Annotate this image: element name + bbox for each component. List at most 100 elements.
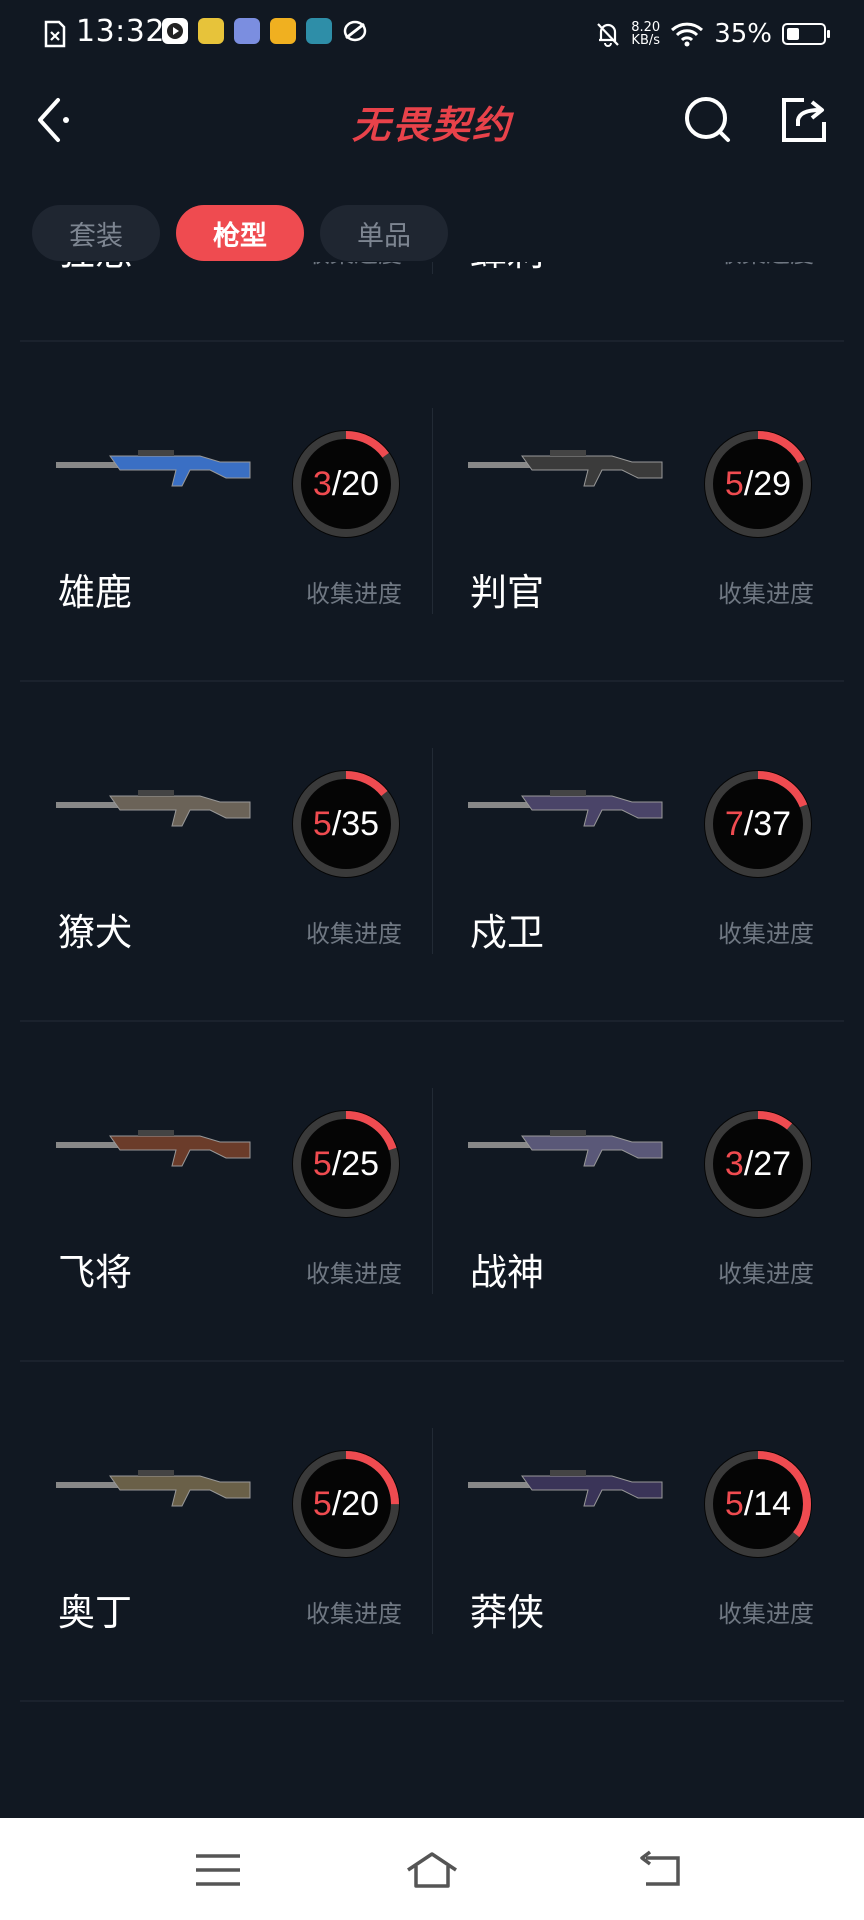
app-header: 无畏契约 (0, 68, 864, 168)
clock: 13:32 (76, 14, 165, 49)
status-bar: 13:32 8.20 KB/s 35% (0, 0, 864, 68)
collected-count: 5 (312, 1484, 332, 1523)
collected-count: 3 (312, 464, 332, 503)
weapon-card[interactable]: 5/25 飞将 收集进度 (20, 1020, 432, 1360)
weapon-name: 战神 (470, 1251, 544, 1294)
weapon-name: 判官 (470, 571, 544, 614)
collected-count: 5 (312, 804, 332, 843)
progress-label: 收集进度 (718, 262, 814, 269)
weapon-name: 狂怒 (58, 262, 132, 276)
count-separator: / (743, 1144, 754, 1183)
collected-count: 3 (724, 1144, 744, 1183)
weapon-skin-image (56, 450, 251, 487)
weapon-card[interactable]: 狂怒 收集进度 (20, 262, 432, 340)
weapon-row: 5/25 飞将 收集进度 3/27 战神 收集进度 (20, 1020, 844, 1362)
search-icon[interactable] (680, 92, 736, 148)
total-count: 27 (753, 1144, 792, 1183)
progress-label: 收集进度 (718, 1260, 814, 1288)
weapon-name: 奥丁 (58, 1591, 132, 1634)
browser-app-icon (343, 20, 367, 42)
total-count: 37 (753, 804, 792, 843)
weapon-row: 5/35 獠犬 收集进度 7/37 戍卫 收集进度 (20, 680, 844, 1022)
weapon-skin-image (56, 790, 251, 827)
weapon-card[interactable]: 5/20 奥丁 收集进度 (20, 1360, 432, 1700)
count-separator: / (743, 804, 754, 843)
collection-count: 5/20 (290, 1448, 402, 1560)
total-count: 35 (341, 804, 380, 843)
collection-count: 5/29 (702, 428, 814, 540)
menu-icon[interactable] (190, 1848, 246, 1892)
collection-count: 3/20 (290, 428, 402, 540)
collected-count: 7 (724, 804, 744, 843)
net-speed: 8.20 KB/s (631, 21, 660, 47)
weapon-card[interactable]: 7/37 戍卫 收集进度 (432, 680, 844, 1020)
weapon-row-partial: 狂怒 收集进度 蜂刺 收集进度 (20, 262, 844, 342)
progress-label: 收集进度 (306, 1260, 402, 1288)
weapon-skin-image (468, 1130, 663, 1167)
tab-suits[interactable]: 套装 (32, 205, 160, 261)
count-separator: / (331, 804, 342, 843)
weapon-name: 飞将 (58, 1251, 132, 1294)
video-app-icon (162, 18, 188, 44)
collection-count: 5/25 (290, 1108, 402, 1220)
game-app-icon-2 (234, 18, 260, 44)
system-nav-bar (0, 1818, 864, 1920)
total-count: 20 (341, 1484, 380, 1523)
category-tabs: 套装 枪型 单品 (32, 205, 448, 261)
collected-count: 5 (312, 1144, 332, 1183)
weapon-card[interactable]: 5/35 獠犬 收集进度 (20, 680, 432, 1020)
battery-fill (787, 28, 799, 40)
progress-label: 收集进度 (718, 920, 814, 948)
weapon-skin-image (468, 790, 663, 827)
weapon-grid: 狂怒 收集进度 蜂刺 收集进度 3/20雄鹿收集进度5/29判官收集进度5/35… (20, 262, 844, 1812)
battery-icon (782, 23, 830, 45)
total-count: 25 (341, 1144, 380, 1183)
weapon-skin-image (468, 1470, 663, 1507)
count-separator: / (331, 464, 342, 503)
status-right: 8.20 KB/s 35% (595, 16, 830, 52)
share-icon[interactable] (776, 92, 832, 148)
weapon-name: 蜂刺 (470, 262, 544, 276)
weapon-row: 5/20 奥丁 收集进度 5/14 莽侠 收集进度 (20, 1360, 844, 1702)
collected-count: 5 (724, 464, 744, 503)
progress-label: 收集进度 (306, 580, 402, 608)
weapon-name: 獠犬 (58, 911, 132, 954)
home-icon[interactable] (404, 1848, 460, 1892)
weapon-card[interactable]: 3/27 战神 收集进度 (432, 1020, 844, 1360)
progress-label: 收集进度 (306, 262, 402, 269)
count-separator: / (331, 1144, 342, 1183)
back-nav-icon[interactable] (632, 1848, 688, 1892)
battery-percent: 35% (714, 19, 772, 49)
net-speed-unit: KB/s (631, 33, 661, 48)
count-separator: / (743, 1484, 754, 1523)
weapon-card[interactable]: 3/20 雄鹿 收集进度 (20, 340, 432, 680)
total-count: 20 (341, 464, 380, 503)
tab-single-items[interactable]: 单品 (320, 205, 448, 261)
collection-count: 3/27 (702, 1108, 814, 1220)
total-count: 14 (753, 1484, 792, 1523)
weapon-card[interactable]: 5/14 莽侠 收集进度 (432, 1360, 844, 1700)
weapon-name: 戍卫 (470, 911, 544, 954)
game-app-icon-1 (198, 18, 224, 44)
tab-weapon-type[interactable]: 枪型 (176, 205, 304, 261)
progress-label: 收集进度 (306, 920, 402, 948)
total-count: 29 (753, 464, 792, 503)
sim-card-icon (44, 20, 66, 48)
collection-count: 5/14 (702, 1448, 814, 1560)
count-separator: / (743, 464, 754, 503)
weapon-name: 莽侠 (470, 1591, 544, 1634)
weapon-skin-image (56, 1130, 251, 1167)
weapon-row: 3/20 雄鹿 收集进度 5/29 判官 收集进度 (20, 340, 844, 682)
game-app-icon-3 (270, 18, 296, 44)
progress-label: 收集进度 (718, 580, 814, 608)
weapon-card[interactable]: 蜂刺 收集进度 (432, 262, 844, 340)
count-separator: / (331, 1484, 342, 1523)
game-app-icon-4 (306, 18, 332, 44)
weapon-skin-image (56, 1470, 251, 1507)
weapon-skin-image (468, 450, 663, 487)
weapon-card[interactable]: 5/29 判官 收集进度 (432, 340, 844, 680)
progress-label: 收集进度 (306, 1600, 402, 1628)
collected-count: 5 (724, 1484, 744, 1523)
collection-count: 5/35 (290, 768, 402, 880)
weapon-name: 雄鹿 (58, 571, 132, 614)
